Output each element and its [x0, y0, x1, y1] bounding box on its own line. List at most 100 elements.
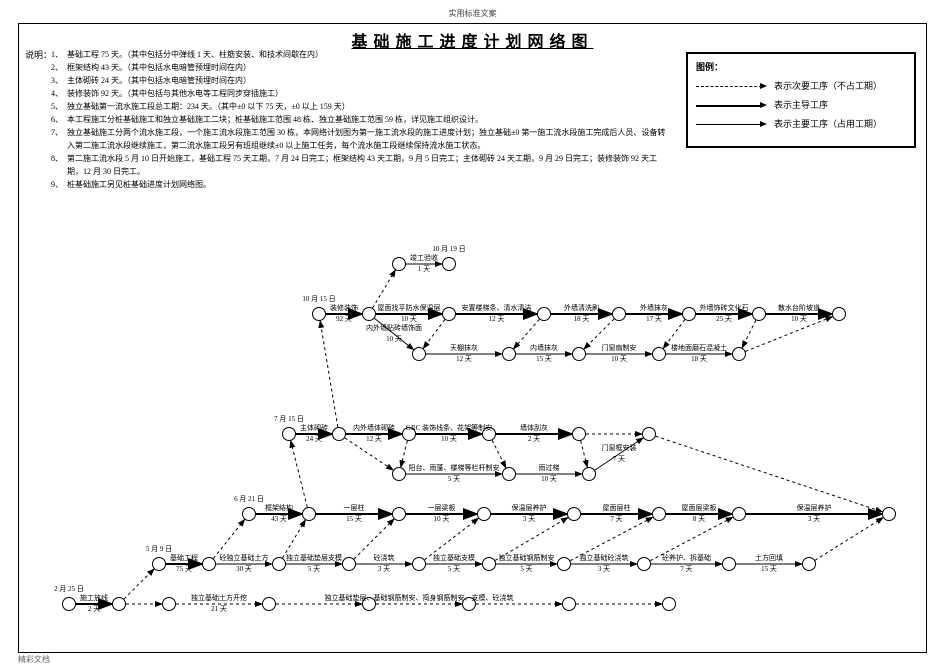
- activity-label: 保温层养护: [797, 504, 832, 513]
- explanation-item: 7、独立基础施工分两个流水施工段，一个施工流水段施工范围 30 栋，本网络计划图…: [51, 126, 671, 152]
- duration-label: 5 天: [448, 475, 460, 484]
- network-node: [392, 257, 406, 271]
- network-node: [722, 557, 736, 571]
- page-footer: 精彩文档: [18, 654, 50, 665]
- activity-label: 砼养护、拆基础: [662, 554, 711, 563]
- activity-label: 散水台阶坡道: [778, 304, 820, 313]
- duration-label: 3 天: [598, 565, 610, 574]
- activity-label: 门窗扇制安: [602, 344, 637, 353]
- network-node: [302, 507, 316, 521]
- network-node: [412, 557, 426, 571]
- network-node: [262, 597, 276, 611]
- activity-label: 施工放线: [80, 594, 108, 603]
- legend-box: 图例： 表示次要工序（不占工期）表示主导工序表示主要工序（占用工期）: [686, 52, 916, 148]
- duration-label: 18 天: [574, 315, 590, 324]
- activity-label: 独立基础垫层支模: [286, 554, 342, 563]
- explanation-item: 8、第二施工流水段 5 月 10 日开始施工，基础工程 75 天工期，7 月 2…: [51, 152, 671, 178]
- duration-label: 12 天: [456, 355, 472, 364]
- network-node: [412, 347, 426, 361]
- duration-label: 8 天: [693, 515, 705, 524]
- activity-label: 独立基础支模: [433, 554, 475, 563]
- network-node: [562, 597, 576, 611]
- node-date-label: 10 月 15 日: [302, 295, 335, 304]
- activity-label: 屋面找平防水保温层: [378, 304, 441, 313]
- network-node: [477, 507, 491, 521]
- activity-label: 砼独立基础土方: [220, 554, 269, 563]
- network-node: [582, 467, 596, 481]
- network-node: [732, 347, 746, 361]
- duration-label: 10 天: [791, 315, 807, 324]
- duration-label: 10 天: [434, 515, 450, 524]
- duration-label: 5 天: [308, 565, 320, 574]
- duration-label: 3 天: [378, 565, 390, 574]
- activity-label: 雨过梯: [539, 464, 560, 473]
- activity-label: 门窗框安装: [602, 444, 637, 453]
- legend-item: 表示主导工序: [696, 98, 906, 111]
- activity-label: 独立基础垫层、基础钢筋制安、捣身钢筋制安、支模、砼浇筑: [325, 594, 514, 603]
- explanation-item: 3、主体砌砖 24 天。（其中包括水电暗管预埋时间在内）: [51, 74, 671, 87]
- explain-label: 说明：: [25, 48, 52, 61]
- network-node: [502, 347, 516, 361]
- network-node: [62, 597, 76, 611]
- network-node: [312, 307, 326, 321]
- activity-label: 主体砌砖: [300, 424, 328, 433]
- duration-label: 10 天: [541, 475, 557, 484]
- explanation-item: 2、框架结构 43 天。（其中包括水电暗管预埋时间在内）: [51, 61, 671, 74]
- duration-label: 25 天: [716, 315, 732, 324]
- network-node: [752, 307, 766, 321]
- network-node: [732, 507, 746, 521]
- duration-label: 2 天: [528, 435, 540, 444]
- activity-label: 竣工验收: [410, 254, 438, 263]
- activity-label: 一层柱: [344, 504, 365, 513]
- activity-label: 安置楼梯条、清水清洁: [462, 304, 532, 313]
- network-node: [442, 257, 456, 271]
- page-header: 实用标准文案: [18, 8, 927, 19]
- duration-label: 12 天: [489, 315, 505, 324]
- network-node: [882, 507, 896, 521]
- duration-label: 5 天: [520, 565, 532, 574]
- network-node: [112, 597, 126, 611]
- activity-label: 外墙饰砖文化石: [700, 304, 749, 313]
- duration-label: 15 天: [536, 355, 552, 364]
- activity-label: 天棚抹灰: [450, 344, 478, 353]
- network-node: [682, 307, 696, 321]
- duration-label: 21 天: [211, 605, 227, 614]
- activity-label: 装修装饰: [330, 304, 358, 313]
- activity-label: 独立基础土方开挖: [191, 594, 247, 603]
- network-node: [572, 347, 586, 361]
- network-node: [557, 557, 571, 571]
- activity-label: 土方回填: [755, 554, 783, 563]
- network-node: [537, 307, 551, 321]
- duration-label: 17 天: [646, 315, 662, 324]
- explanation-item: 1、基础工程 75 天。（其中包括分中弹线 1 天、柱筋安装、和技术间歇在内）: [51, 48, 671, 61]
- activity-label: 砼浇筑: [374, 554, 395, 563]
- network-node: [832, 307, 846, 321]
- network-node: [567, 507, 581, 521]
- network-node: [202, 557, 216, 571]
- network-node: [152, 557, 166, 571]
- network-node: [162, 597, 176, 611]
- duration-label: 24 天: [306, 435, 322, 444]
- duration-label: 75 天: [176, 565, 192, 574]
- activity-label: GRC 装饰线条、花架等制安: [406, 424, 492, 433]
- activity-label: 内墙抹灰: [530, 344, 558, 353]
- duration-label: 30 天: [236, 565, 252, 574]
- network-node: [392, 507, 406, 521]
- activity-label: 阳台、雨蓬、楼梯等栏杆制安: [409, 464, 500, 473]
- duration-label: 43 天: [271, 515, 287, 524]
- network-node: [482, 557, 496, 571]
- duration-label: 92 天: [336, 315, 352, 324]
- network-node: [642, 427, 656, 441]
- node-date-label: 6 月 21 日: [234, 495, 264, 504]
- duration-label: 5 天: [448, 565, 460, 574]
- duration-label: 7 天: [680, 565, 692, 574]
- legend-title: 图例：: [696, 60, 906, 73]
- network-node: [652, 347, 666, 361]
- explanation-item: 4、装修装饰 92 天。（其中包括与其他水电等工程同步穿插施工）: [51, 87, 671, 100]
- network-node: [662, 597, 676, 611]
- activity-label: 一层梁板: [428, 504, 456, 513]
- activity-label: 楼地面磨石混凝土: [671, 344, 727, 353]
- duration-label: 10 天: [611, 355, 627, 364]
- network-node: [612, 307, 626, 321]
- node-date-label: 2 月 25 日: [54, 585, 84, 594]
